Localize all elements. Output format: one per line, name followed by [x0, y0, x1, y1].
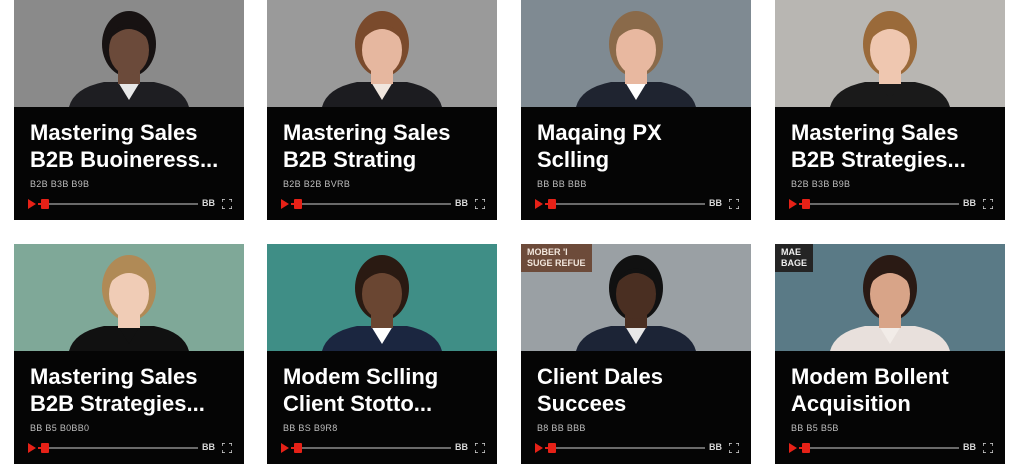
video-info-panel: Mastering Sales B2B Strategies... B2B B3B…	[775, 107, 1005, 220]
play-icon[interactable]	[789, 199, 797, 209]
progress-bar[interactable]	[38, 447, 198, 449]
progress-bar[interactable]	[545, 203, 705, 205]
video-info-panel: Mastering Sales B2B Buoineress... B2B B3B…	[14, 107, 244, 220]
fullscreen-icon[interactable]	[475, 443, 485, 453]
play-icon[interactable]	[789, 443, 797, 453]
fullscreen-icon[interactable]	[222, 199, 232, 209]
fullscreen-icon[interactable]	[475, 199, 485, 209]
video-card[interactable]: MOBER 'I SUGE REFUE Client Dales Succees B…	[521, 244, 751, 464]
presenter-image	[69, 11, 189, 107]
progress-bar[interactable]	[799, 203, 959, 205]
video-thumbnail[interactable]: MAE BAGE	[775, 244, 1005, 351]
video-info-panel: Modem Sclling Client Stotto... BB BS B9R8…	[267, 351, 497, 464]
scrubber-handle[interactable]	[547, 443, 556, 453]
volume-button[interactable]: BB	[202, 442, 215, 452]
video-thumbnail[interactable]	[775, 0, 1005, 107]
scrubber-handle[interactable]	[801, 199, 810, 209]
video-info-panel: Mastering Sales B2B Strategies... BB B5 B…	[14, 351, 244, 464]
video-card[interactable]: Mastering Sales B2B Strategies... BB B5 B…	[14, 244, 244, 464]
video-title[interactable]: Mastering Sales B2B Strating	[283, 119, 491, 173]
video-meta: BB BB BBB	[537, 179, 587, 189]
player-controls: BB	[281, 441, 487, 455]
video-meta: B2B B3B B9B	[791, 179, 851, 189]
video-card[interactable]: MAE BAGE Modem Bollent Acquisition BB B5 B…	[775, 244, 1005, 464]
video-title[interactable]: Maqaing PX Sclling	[537, 119, 745, 173]
scrubber-handle[interactable]	[40, 199, 49, 209]
video-thumbnail[interactable]	[267, 0, 497, 107]
video-card[interactable]: Modem Sclling Client Stotto... BB BS B9R8…	[267, 244, 497, 464]
player-controls: BB	[281, 197, 487, 211]
presenter-image	[576, 11, 696, 107]
presenter-image	[322, 255, 442, 351]
progress-bar[interactable]	[291, 447, 451, 449]
volume-button[interactable]: BB	[963, 198, 976, 208]
video-grid: Mastering Sales B2B Buoineress... B2B B3B…	[0, 0, 1024, 464]
video-card[interactable]: Maqaing PX Sclling BB BB BBB BB	[521, 0, 751, 220]
video-card[interactable]: Mastering Sales B2B Strategies... B2B B3B…	[775, 0, 1005, 220]
player-controls: BB	[535, 197, 741, 211]
scrubber-handle[interactable]	[40, 443, 49, 453]
presenter-image	[322, 11, 442, 107]
video-info-panel: Modem Bollent Acquisition BB B5 B5B BB	[775, 351, 1005, 464]
video-title[interactable]: Mastering Sales B2B Strategies...	[30, 363, 238, 417]
video-title[interactable]: Mastering Sales B2B Strategies...	[791, 119, 999, 173]
play-icon[interactable]	[535, 443, 543, 453]
presenter-image	[830, 11, 950, 107]
fullscreen-icon[interactable]	[983, 199, 993, 209]
progress-bar[interactable]	[291, 203, 451, 205]
channel-badge: MAE BAGE	[775, 244, 814, 272]
video-title[interactable]: Mastering Sales B2B Buoineress...	[30, 119, 238, 173]
channel-badge: MOBER 'I SUGE REFUE	[521, 244, 592, 272]
player-controls: BB	[789, 441, 995, 455]
presenter-image	[69, 255, 189, 351]
video-info-panel: Maqaing PX Sclling BB BB BBB BB	[521, 107, 751, 220]
video-meta: BB BS B9R8	[283, 423, 338, 433]
play-icon[interactable]	[535, 199, 543, 209]
video-meta: BB B5 B0BB0	[30, 423, 90, 433]
fullscreen-icon[interactable]	[222, 443, 232, 453]
volume-button[interactable]: BB	[963, 442, 976, 452]
player-controls: BB	[535, 441, 741, 455]
play-icon[interactable]	[28, 199, 36, 209]
volume-button[interactable]: BB	[709, 198, 722, 208]
volume-button[interactable]: BB	[455, 198, 468, 208]
player-controls: BB	[28, 197, 234, 211]
progress-bar[interactable]	[38, 203, 198, 205]
progress-bar[interactable]	[799, 447, 959, 449]
scrubber-handle[interactable]	[293, 199, 302, 209]
video-thumbnail[interactable]	[521, 0, 751, 107]
video-meta: B2B B3B B9B	[30, 179, 90, 189]
player-controls: BB	[28, 441, 234, 455]
fullscreen-icon[interactable]	[729, 443, 739, 453]
video-thumbnail[interactable]	[14, 0, 244, 107]
video-info-panel: Client Dales Succees B8 BB BBB BB	[521, 351, 751, 464]
play-icon[interactable]	[28, 443, 36, 453]
video-title[interactable]: Modem Sclling Client Stotto...	[283, 363, 491, 417]
play-icon[interactable]	[281, 199, 289, 209]
video-meta: B8 BB BBB	[537, 423, 586, 433]
play-icon[interactable]	[281, 443, 289, 453]
video-meta: B2B B2B BVRB	[283, 179, 351, 189]
volume-button[interactable]: BB	[202, 198, 215, 208]
progress-bar[interactable]	[545, 447, 705, 449]
video-thumbnail[interactable]	[267, 244, 497, 351]
video-title[interactable]: Client Dales Succees	[537, 363, 745, 417]
video-card[interactable]: Mastering Sales B2B Buoineress... B2B B3B…	[14, 0, 244, 220]
scrubber-handle[interactable]	[547, 199, 556, 209]
video-thumbnail[interactable]: MOBER 'I SUGE REFUE	[521, 244, 751, 351]
volume-button[interactable]: BB	[709, 442, 722, 452]
volume-button[interactable]: BB	[455, 442, 468, 452]
player-controls: BB	[789, 197, 995, 211]
video-thumbnail[interactable]	[14, 244, 244, 351]
video-meta: BB B5 B5B	[791, 423, 839, 433]
video-card[interactable]: Mastering Sales B2B Strating B2B B2B BVRB…	[267, 0, 497, 220]
fullscreen-icon[interactable]	[983, 443, 993, 453]
scrubber-handle[interactable]	[293, 443, 302, 453]
video-info-panel: Mastering Sales B2B Strating B2B B2B BVRB…	[267, 107, 497, 220]
video-title[interactable]: Modem Bollent Acquisition	[791, 363, 999, 417]
scrubber-handle[interactable]	[801, 443, 810, 453]
fullscreen-icon[interactable]	[729, 199, 739, 209]
